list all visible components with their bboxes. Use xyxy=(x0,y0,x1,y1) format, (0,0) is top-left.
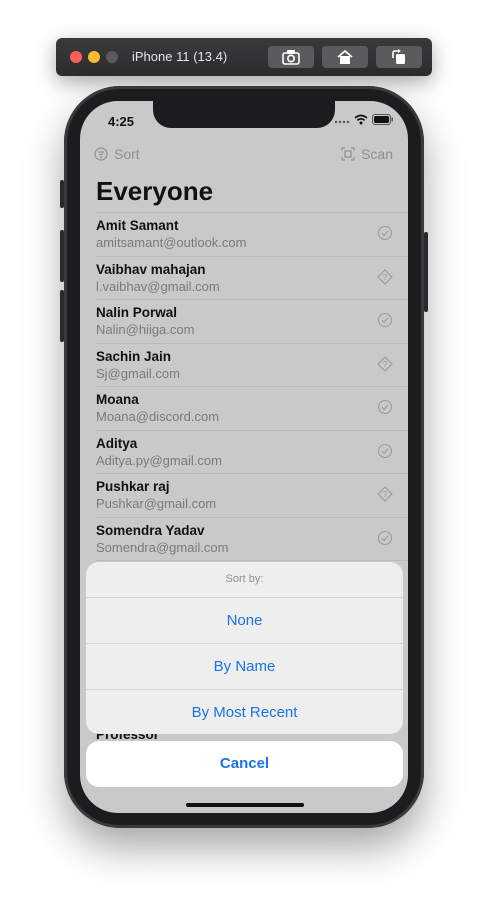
contact-name: Aditya xyxy=(96,435,138,451)
home-button[interactable] xyxy=(322,46,368,68)
checkmark-circle-icon xyxy=(377,312,393,328)
diamond-question-icon: ? xyxy=(377,355,393,372)
contact-email: Aditya.py@gmail.com xyxy=(96,452,222,468)
contact-row[interactable]: Pushkar raj Pushkar@gmail.com? xyxy=(96,473,408,517)
notch xyxy=(153,101,335,128)
contact-email: l.vaibhav@gmail.com xyxy=(96,278,220,294)
mute-switch xyxy=(60,180,64,208)
contact-row[interactable]: Moana Moana@discord.com xyxy=(96,386,408,430)
contact-name: Pushkar raj xyxy=(96,479,170,494)
contact-name: Amit Samant xyxy=(96,218,179,233)
volume-up-button xyxy=(60,230,64,282)
svg-text:?: ? xyxy=(383,273,388,282)
checkmark-circle-icon xyxy=(377,443,393,459)
home-icon xyxy=(337,49,353,64)
simulator-title: iPhone 11 (13.4) xyxy=(132,49,228,64)
svg-text:?: ? xyxy=(383,490,388,499)
volume-down-button xyxy=(60,290,64,342)
contact-email: Sj@gmail.com xyxy=(96,365,180,381)
scan-label: Scan xyxy=(361,146,393,162)
screenshot-button[interactable] xyxy=(268,46,314,68)
status-time: 4:25 xyxy=(108,114,135,129)
status-icons xyxy=(334,114,394,125)
simulator-titlebar: iPhone 11 (13.4) xyxy=(56,38,432,76)
diamond-question-icon: ? xyxy=(377,268,393,285)
minimize-window-button[interactable] xyxy=(88,51,100,63)
contact-name: Sachin Jain xyxy=(96,348,172,364)
contact-row[interactable]: Sachin Jain Sj@gmail.com? xyxy=(96,342,408,387)
contact-row[interactable]: Amit Samant amitsamant@outlook.com xyxy=(96,212,408,256)
camera-icon xyxy=(282,50,300,65)
scan-button[interactable]: Scan xyxy=(341,146,393,162)
action-sheet-title: Sort by: xyxy=(86,562,403,598)
sort-button[interactable]: Sort xyxy=(94,146,140,162)
home-indicator xyxy=(186,803,304,807)
svg-text:?: ? xyxy=(383,360,388,369)
wifi-icon xyxy=(354,114,368,125)
battery-icon xyxy=(372,114,393,125)
rotate-icon xyxy=(392,49,405,64)
contact-email: amitsamant@outlook.com xyxy=(96,235,247,250)
phone-screen: 4:25 Sort Scan Everyone Amit Samant amit… xyxy=(80,101,408,813)
contact-row[interactable]: Vaibhav mahajan l.vaibhav@gmail.com? xyxy=(96,255,408,300)
contact-name: Somendra Yadav xyxy=(96,522,205,538)
contact-row[interactable]: Somendra Yadav Somendra@gmail.com xyxy=(96,516,408,561)
sort-option-by-most-recent[interactable]: By Most Recent xyxy=(86,690,403,734)
contact-email: Nalin@hiiga.com xyxy=(96,322,195,337)
contact-name: Moana xyxy=(96,392,139,407)
power-button xyxy=(424,232,428,312)
sort-icon xyxy=(94,147,108,161)
checkmark-circle-icon xyxy=(377,225,393,241)
cellular-signal-icon xyxy=(334,120,350,123)
diamond-question-icon: ? xyxy=(377,486,393,502)
contact-row[interactable]: Nalin Porwal Nalin@hiiga.com xyxy=(96,299,408,343)
rotate-button[interactable] xyxy=(376,46,422,68)
action-sheet: Sort by: None By Name By Most Recent xyxy=(86,562,403,734)
contact-row[interactable]: Aditya Aditya.py@gmail.com xyxy=(96,429,408,474)
page-title: Everyone xyxy=(96,176,214,206)
contact-email: Moana@discord.com xyxy=(96,409,220,424)
contact-name: Nalin Porwal xyxy=(96,305,178,320)
cancel-button[interactable]: Cancel xyxy=(86,741,403,787)
zoom-window-button[interactable] xyxy=(106,51,118,63)
scan-icon xyxy=(341,147,355,161)
contact-list: Amit Samant amitsamant@outlook.com Vaibhav… xyxy=(80,212,408,604)
contact-email: Pushkar@gmail.com xyxy=(96,496,217,511)
close-window-button[interactable] xyxy=(70,51,82,63)
contact-name: Vaibhav mahajan xyxy=(96,261,206,277)
sort-label: Sort xyxy=(114,146,140,162)
checkmark-circle-icon xyxy=(377,399,393,415)
sort-option-by-name[interactable]: By Name xyxy=(86,644,403,690)
contact-email: Somendra@gmail.com xyxy=(96,539,229,555)
sort-option-none[interactable]: None xyxy=(86,598,403,644)
checkmark-circle-icon xyxy=(377,530,393,546)
